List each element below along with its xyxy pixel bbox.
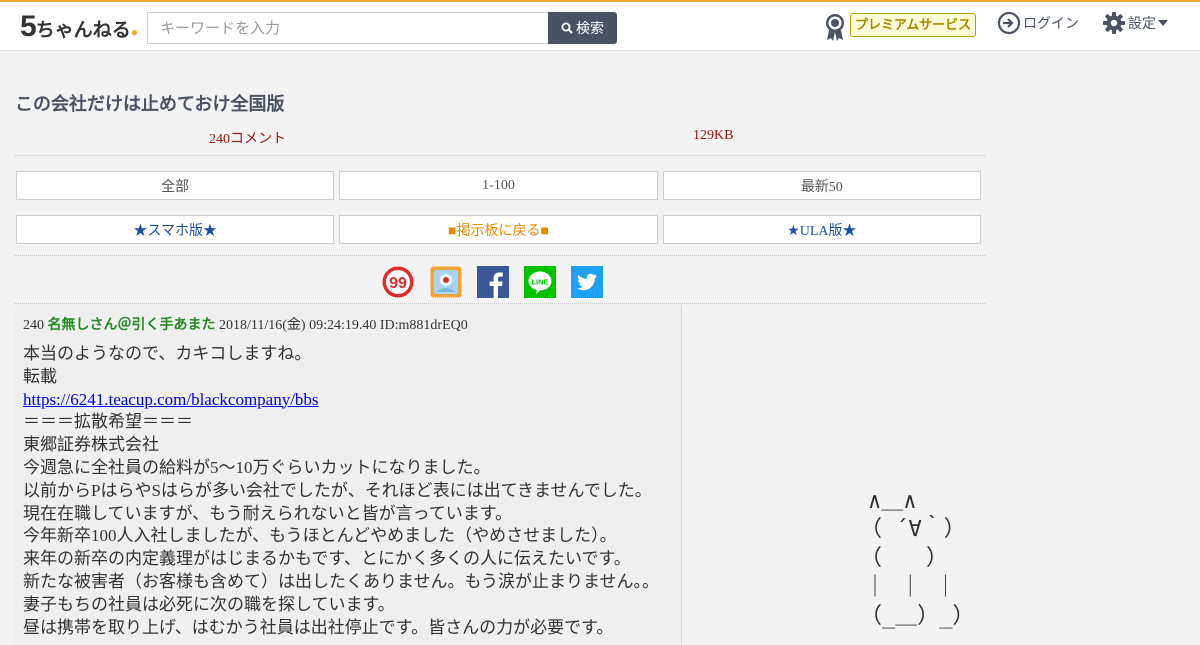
comment-count: 240コメント [209, 132, 286, 147]
settings-menu[interactable]: 設定 [1102, 10, 1168, 36]
premium-service-button[interactable]: プレミアムサービス [850, 13, 977, 37]
logo-name: ちゃんねる [35, 20, 131, 41]
post-line: 昼は携帯を取り上げ、はむかう社員は出社停止です。皆さんの力が必要です。 [23, 617, 614, 637]
post-line: 以前からPはらやSはらが多い会社でしたが、それほど表には出てきませんでした。 [23, 480, 652, 500]
settings-label: 設定 [1128, 15, 1156, 31]
back-to-board-button[interactable]: ■掲示板に戻る■ [339, 215, 658, 244]
login-icon [997, 11, 1021, 35]
post-line: 今週急に全社員の給料が5～10万ぐらいカットになりました。 [23, 457, 491, 477]
logo-dot: ● [130, 25, 138, 39]
post-line: 本当のようなので、カキコしますね。 [23, 344, 312, 363]
poster-id[interactable]: ID:m881drEQ0 [380, 318, 468, 333]
post-number[interactable]: 240 [23, 318, 44, 333]
range-nav: 全部 1-100 最新50 [16, 171, 981, 200]
twitter-icon[interactable] [571, 266, 603, 298]
facebook-icon[interactable] [477, 266, 509, 298]
smartphone-version-button[interactable]: ★スマホ版★ [16, 215, 335, 244]
bookmark-icon[interactable] [430, 266, 462, 298]
divider [15, 255, 985, 256]
post-line: 妻子もちの社員は必死に次の職を探しています。 [23, 594, 395, 614]
thread-meta: 240コメント 129KB [15, 122, 985, 156]
post-line: 現在在職していますが、もう耐えられないと皆が言っています。 [23, 503, 513, 523]
ascii-line: （ ´∀｀） [860, 515, 960, 542]
divider [15, 303, 985, 304]
ascii-line: （_＿）_） [860, 604, 960, 629]
post-line: 来年の新卒の内定義理がはじまるかもです、とにかく多くの人に伝えたいです。 [23, 549, 631, 569]
search-input[interactable] [147, 12, 549, 44]
line-icon[interactable]: LINE [524, 266, 556, 298]
search-button[interactable]: 検索 [548, 12, 617, 44]
svg-text:99: 99 [389, 275, 407, 292]
premium-badge-icon[interactable] [823, 12, 847, 42]
nav-all-button[interactable]: 全部 [16, 171, 335, 200]
post-link[interactable]: https://6241.teacup.com/blackcompany/bbs [23, 390, 319, 409]
site-logo[interactable]: 5ちゃんねる● [20, 10, 138, 43]
version-nav: ★スマホ版★ ■掲示板に戻る■ ★ULA版★ [16, 215, 981, 244]
post-line: ＝＝＝拡散希望＝＝＝ [23, 412, 193, 432]
post: 240 名無しさん＠引く手あまた 2018/11/16(金) 09:24:19.… [15, 305, 682, 645]
search-button-label: 検索 [576, 20, 604, 36]
post-line: 転載 [23, 366, 57, 386]
top-bar: 5ちゃんねる● 検索 プレミアムサービス ログイン [0, 0, 1200, 51]
ascii-line: （ ） [860, 546, 948, 571]
login-label: ログイン [1023, 15, 1079, 31]
post-line: 今年新卒100人入社しましたが、もうほとんどやめました（やめさせました）。 [23, 526, 617, 546]
5ch-99-icon[interactable]: 99 [382, 266, 414, 298]
ascii-line: ｜ ｜ ｜ [864, 575, 957, 600]
thread-title: この会社だけは止めておけ全国版 [15, 94, 285, 114]
post-header: 240 名無しさん＠引く手あまた 2018/11/16(金) 09:24:19.… [23, 314, 468, 334]
logo-five: 5 [20, 10, 37, 43]
nav-range-button[interactable]: 1-100 [339, 171, 658, 200]
thread-size: 129KB [693, 128, 734, 143]
share-bar: 99 LINE [0, 266, 1000, 298]
ula-version-button[interactable]: ★ULA版★ [662, 215, 981, 244]
nav-latest-button[interactable]: 最新50 [662, 171, 981, 200]
svg-text:LINE: LINE [531, 278, 548, 287]
post-body: 本当のようなので、カキコしますね。 転載 https://6241.teacup… [23, 343, 678, 639]
search-icon [561, 22, 573, 34]
gear-icon [1103, 12, 1125, 34]
post-datetime: 2018/11/16(金) 09:24:19.40 [219, 318, 377, 333]
poster-name: 名無しさん＠引く手あまた [47, 316, 216, 332]
login-link[interactable]: ログイン [997, 10, 1079, 36]
caret-down-icon [1158, 20, 1168, 26]
ascii-cat-art: ∧＿∧ （ ´∀｀） （ ） ｜ ｜ ｜ （_＿）_） [860, 490, 960, 629]
post-line: 新たな被害者（お客様も含めて）は出したくありません。もう涙が止まりません。。 [23, 571, 659, 591]
post-line: 東郷証券株式会社 [23, 435, 159, 455]
ascii-line: ∧＿∧ [868, 490, 917, 514]
